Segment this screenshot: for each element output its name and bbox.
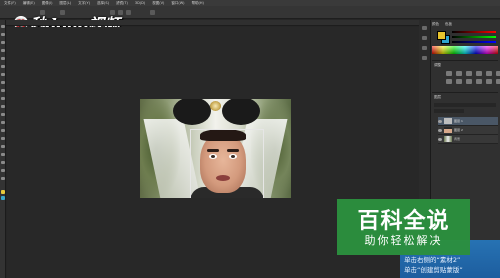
blend-mode-select[interactable] — [434, 109, 464, 113]
history-brush-tool-icon[interactable] — [0, 97, 5, 100]
menu-item-select[interactable]: 选择(S) — [97, 1, 109, 6]
red-slider[interactable] — [452, 31, 496, 33]
layer-thumbnail — [444, 136, 452, 142]
green-slider[interactable] — [452, 36, 496, 38]
brand-subtitle: 助你轻松解决 — [364, 234, 443, 247]
menu-item-type[interactable]: 文字(Y) — [78, 1, 90, 6]
photo-filter-icon[interactable] — [466, 79, 472, 84]
curves-icon[interactable] — [466, 71, 472, 76]
tab-swatches[interactable]: 色板 — [445, 22, 452, 27]
color-panel-foreground-swatch[interactable] — [437, 31, 446, 40]
stamp-tool-icon[interactable] — [0, 89, 5, 92]
shape-tool-icon[interactable] — [0, 161, 5, 164]
distribute-icon[interactable] — [150, 10, 155, 15]
brand-title: 百科全说 — [357, 209, 450, 234]
path-select-tool-icon[interactable] — [0, 153, 5, 156]
align-bottom-icon[interactable] — [126, 10, 131, 15]
crop-tool-icon[interactable] — [0, 57, 5, 60]
marquee-tool-icon[interactable] — [0, 33, 5, 36]
zoom-tool-icon[interactable] — [0, 177, 5, 180]
document-canvas-image[interactable] — [140, 99, 291, 198]
menu-item-view[interactable]: 视图(V) — [152, 1, 164, 6]
brush-tool-icon[interactable] — [0, 81, 5, 84]
color-balance-icon[interactable] — [446, 79, 452, 84]
background-color-swatch[interactable] — [0, 196, 5, 200]
tab-color[interactable]: 颜色 — [432, 22, 439, 27]
type-tool-icon[interactable] — [0, 145, 5, 148]
hue-saturation-icon[interactable] — [496, 71, 500, 76]
foreground-color-swatch[interactable] — [0, 190, 5, 194]
move-tool-icon[interactable] — [0, 25, 5, 28]
layers-panel: 图层 图层 1 图层 2 背景 — [432, 92, 498, 153]
color-lookup-icon[interactable] — [486, 79, 492, 84]
menu-item-3d[interactable]: 3D(D) — [135, 1, 145, 5]
color-panel-tabs: 颜色 色板 — [432, 22, 498, 27]
instruction-caption-line-2: 单击“创建剪贴蒙版” — [404, 266, 463, 274]
layer-row[interactable]: 图层 1 — [438, 117, 498, 126]
hand-tool-icon[interactable] — [0, 169, 5, 172]
document-tab[interactable] — [6, 20, 419, 26]
quick-select-tool-icon[interactable] — [0, 49, 5, 52]
layer-row[interactable]: 背景 — [438, 135, 498, 144]
channel-mixer-icon[interactable] — [476, 79, 482, 84]
paragraph-panel-icon[interactable] — [422, 56, 427, 60]
blur-tool-icon[interactable] — [0, 121, 5, 124]
menu-item-file[interactable]: 文件(F) — [4, 1, 16, 6]
hair-ornament — [210, 101, 221, 111]
healing-brush-tool-icon[interactable] — [0, 73, 5, 76]
invert-icon[interactable] — [496, 79, 500, 84]
layer-name: 图层 2 — [454, 128, 463, 132]
visibility-eye-icon[interactable] — [438, 128, 442, 132]
brightness-icon[interactable] — [446, 71, 452, 76]
layer-thumbnail — [444, 127, 452, 133]
menu-item-filter[interactable]: 滤镜(T) — [116, 1, 128, 6]
pen-tool-icon[interactable] — [0, 137, 5, 140]
eraser-tool-icon[interactable] — [0, 105, 5, 108]
layer-thumbnail — [444, 118, 452, 124]
blue-slider[interactable] — [452, 41, 496, 43]
menu-item-window[interactable]: 窗口(W) — [171, 1, 184, 6]
layer-row[interactable]: 图层 2 — [438, 126, 498, 135]
properties-panel-icon[interactable] — [422, 36, 427, 40]
layer-name: 背景 — [454, 137, 461, 141]
hair-bun-left — [173, 99, 211, 125]
menu-item-edit[interactable]: 编辑(E) — [23, 1, 35, 6]
visibility-eye-icon[interactable] — [438, 119, 442, 123]
tab-layers[interactable]: 图层 — [434, 95, 498, 100]
instruction-caption-line-1: 单击右侧的“素材2” — [404, 256, 461, 264]
gradient-tool-icon[interactable] — [0, 113, 5, 116]
menu-item-layer[interactable]: 图层(L) — [59, 1, 71, 6]
menu-item-help[interactable]: 帮助(H) — [192, 1, 204, 6]
eyedropper-tool-icon[interactable] — [0, 65, 5, 68]
lasso-tool-icon[interactable] — [0, 41, 5, 44]
adjustments-grid — [446, 71, 500, 84]
dodge-tool-icon[interactable] — [0, 129, 5, 132]
tools-panel — [0, 20, 6, 278]
adjustments-panel: 调整 — [432, 60, 500, 91]
exposure-icon[interactable] — [476, 71, 482, 76]
levels-icon[interactable] — [456, 71, 462, 76]
transform-bounding-box[interactable] — [190, 129, 264, 198]
tab-adjustments[interactable]: 调整 — [434, 63, 498, 68]
history-panel-icon[interactable] — [422, 26, 427, 30]
layer-filter-bar[interactable] — [434, 103, 496, 107]
layer-name: 图层 1 — [454, 119, 463, 123]
vibrance-icon[interactable] — [486, 71, 492, 76]
character-panel-icon[interactable] — [422, 46, 427, 50]
black-white-icon[interactable] — [456, 79, 462, 84]
menu-item-image[interactable]: 图像(I) — [42, 1, 53, 6]
visibility-eye-icon[interactable] — [438, 137, 442, 141]
color-spectrum-bar[interactable] — [432, 46, 498, 54]
